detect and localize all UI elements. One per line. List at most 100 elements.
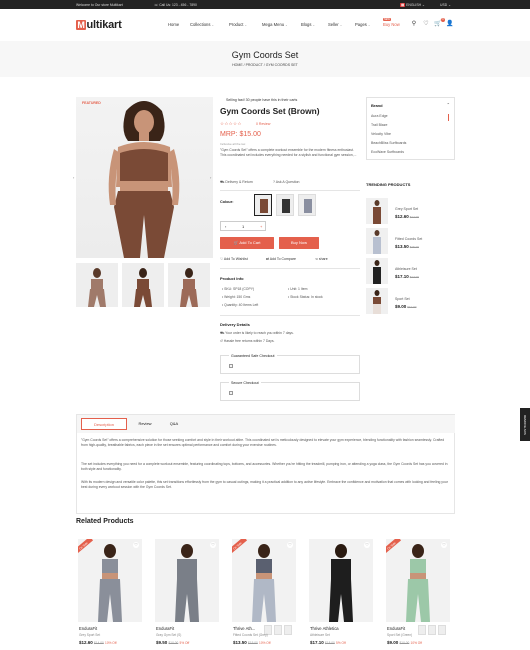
- card-image[interactable]: ♡: [155, 539, 219, 622]
- qty-decrease-button[interactable]: ‹: [225, 224, 226, 229]
- product-card[interactable]: ♡ Thrive Athletica Athleisure Set $17.10…: [309, 539, 373, 650]
- cart-icon[interactable]: 🛒 0: [434, 18, 445, 28]
- trending-name[interactable]: Sport Set: [395, 297, 410, 301]
- tab-review[interactable]: Review: [131, 418, 159, 430]
- trending-name[interactable]: Grey Sport Set: [395, 207, 418, 211]
- add-to-compare-link[interactable]: ⇄ Add To Compare: [266, 257, 296, 261]
- nav-buy-now[interactable]: NEW Buy Now: [383, 18, 400, 27]
- prev-arrow-icon[interactable]: ‹: [73, 175, 74, 180]
- trending-name[interactable]: Athleisure Set: [395, 267, 417, 271]
- delivery-return-link[interactable]: ⛟ Delivery & Return: [220, 180, 253, 185]
- colour-label: Colour:: [220, 200, 234, 204]
- tab-qa[interactable]: Q&A: [163, 418, 185, 430]
- buy-now-button[interactable]: Buy Now: [279, 237, 319, 249]
- card-image[interactable]: On Sale ♡: [232, 539, 296, 622]
- review-link[interactable]: 0 Review: [256, 122, 270, 126]
- card-subtitle: Gray Gym Set (S): [156, 633, 182, 637]
- brand-item[interactable]: EcoWave Surfboards: [371, 150, 404, 154]
- short-description: "Gym Coords Set" offers a complete worko…: [220, 148, 357, 158]
- nav-pages[interactable]: Pages⌄: [355, 22, 370, 27]
- quantity-stepper[interactable]: ‹ 1 +: [220, 221, 266, 231]
- chevron-up-icon[interactable]: ⌃: [447, 102, 450, 107]
- next-arrow-icon[interactable]: ›: [210, 175, 211, 180]
- delivery-line-2: ↺ Hassle free returns within 7 Days.: [220, 339, 275, 343]
- card-name[interactable]: EnduraFit: [79, 626, 97, 631]
- thumbnail-3[interactable]: [168, 263, 210, 307]
- new-badge: NEW: [383, 18, 391, 21]
- scrollbar[interactable]: [448, 114, 449, 121]
- brand-heading[interactable]: Brand: [371, 103, 383, 108]
- nav-seller[interactable]: Seller⌄: [328, 22, 342, 27]
- mini-swatch[interactable]: [284, 625, 292, 635]
- product-card[interactable]: On Sale ♡ EnduraFit Grey Sport Set $12.6…: [78, 539, 142, 650]
- mini-swatch[interactable]: [428, 625, 436, 635]
- search-icon[interactable]: ⚲: [410, 20, 418, 28]
- colour-swatch-black[interactable]: [276, 194, 294, 216]
- mini-swatch[interactable]: [274, 625, 282, 635]
- heart-icon[interactable]: ♡: [133, 542, 139, 548]
- card-price: $17.10 $18.00 5% Off: [310, 640, 346, 645]
- secure-checkout-label: Secure Checkout: [229, 380, 261, 385]
- description-paragraph: With its modern design and versatile col…: [81, 480, 448, 490]
- mini-swatch[interactable]: [438, 625, 446, 635]
- tab-description[interactable]: Description: [81, 418, 127, 430]
- brand-filter: Brand ⌃ Aura Edge Trail Blaze Velocity V…: [366, 97, 455, 160]
- logo[interactable]: Multikart: [76, 19, 122, 31]
- heart-icon[interactable]: ♡: [287, 542, 293, 548]
- card-subtitle: Grey Sport Set: [79, 633, 101, 637]
- page-title: Gym Coords Set: [231, 50, 299, 60]
- currency-select[interactable]: USD ⌄: [440, 3, 451, 7]
- brand-item[interactable]: Aura Edge: [371, 114, 388, 118]
- ask-question-link[interactable]: ? Ask A Question: [273, 180, 299, 184]
- share-link[interactable]: ⋖ share: [315, 257, 328, 261]
- flag-icon: ▦: [400, 2, 406, 7]
- thumbnail-1[interactable]: [76, 263, 118, 307]
- heart-icon[interactable]: ♡: [210, 542, 216, 548]
- card-name[interactable]: EnduraFit: [387, 626, 405, 631]
- nav-home[interactable]: Home: [168, 22, 179, 27]
- guaranteed-checkout-label: Guaranteed Safe Checkout: [229, 353, 277, 358]
- nav-product[interactable]: Product⌄: [229, 22, 247, 27]
- user-icon[interactable]: 👤: [446, 20, 454, 28]
- card-name[interactable]: EnduraFit: [156, 626, 174, 631]
- chevron-down-icon: ⌄: [285, 23, 288, 27]
- product-main-image[interactable]: FEATURED: [76, 97, 213, 258]
- add-to-wishlist-link[interactable]: ♡ Add To Wishlist: [220, 257, 248, 261]
- trending-image[interactable]: [366, 258, 388, 284]
- remove-ads-tab[interactable]: REMOVE ADS: [520, 408, 530, 441]
- brand-item[interactable]: Trail Blaze: [371, 123, 387, 127]
- product-card[interactable]: On Sale ♡ EnduraFit Sport Set (Green) $9…: [386, 539, 450, 650]
- card-image[interactable]: ♡: [309, 539, 373, 622]
- thumbnail-2[interactable]: [122, 263, 164, 307]
- rating-stars: ☆☆☆☆☆: [220, 121, 242, 126]
- card-name[interactable]: Thrive Ath...: [233, 626, 255, 631]
- qty-increase-button[interactable]: +: [260, 224, 262, 229]
- divider: [220, 315, 360, 316]
- colour-swatch-brown[interactable]: [254, 194, 272, 216]
- heart-icon[interactable]: ♡: [441, 542, 447, 548]
- chevron-down-icon: ⌄: [339, 23, 343, 27]
- colour-swatch-grey[interactable]: [298, 194, 316, 216]
- card-image[interactable]: On Sale ♡: [386, 539, 450, 622]
- trending-image[interactable]: [366, 198, 388, 224]
- trending-image[interactable]: [366, 228, 388, 254]
- nav-collections[interactable]: Collections⌄: [190, 22, 214, 27]
- product-card[interactable]: ♡ EnduraFit Gray Gym Set (S) $9.50 $10.0…: [155, 539, 219, 650]
- mini-swatch[interactable]: [418, 625, 426, 635]
- heart-icon[interactable]: ♡: [422, 20, 430, 28]
- trending-name[interactable]: Fitted Coords Set: [395, 237, 422, 241]
- nav-mega-menu[interactable]: Mega Menu⌄: [262, 22, 288, 27]
- card-image[interactable]: On Sale ♡: [78, 539, 142, 622]
- card-price: $12.60 $14.00 10% Off: [79, 640, 117, 645]
- add-to-cart-button[interactable]: 🛒 Add To Cart: [220, 237, 274, 249]
- trending-image[interactable]: [366, 288, 388, 314]
- heart-icon[interactable]: ♡: [364, 542, 370, 548]
- card-name[interactable]: Thrive Athletica: [310, 626, 339, 631]
- nav-blogs[interactable]: Blogs⌄: [301, 22, 315, 27]
- brand-item[interactable]: Velocity Vibe: [371, 132, 391, 136]
- language-select[interactable]: ▦ ENGLISH ⌄: [400, 2, 425, 7]
- product-card[interactable]: On Sale ♡ Thrive Ath... Fitted Coords Se…: [232, 539, 296, 650]
- trending-price: $12.60$14.00: [395, 214, 419, 219]
- brand-item[interactable]: BeachBliss Surfboards: [371, 141, 406, 145]
- qty-value[interactable]: 1: [242, 224, 244, 229]
